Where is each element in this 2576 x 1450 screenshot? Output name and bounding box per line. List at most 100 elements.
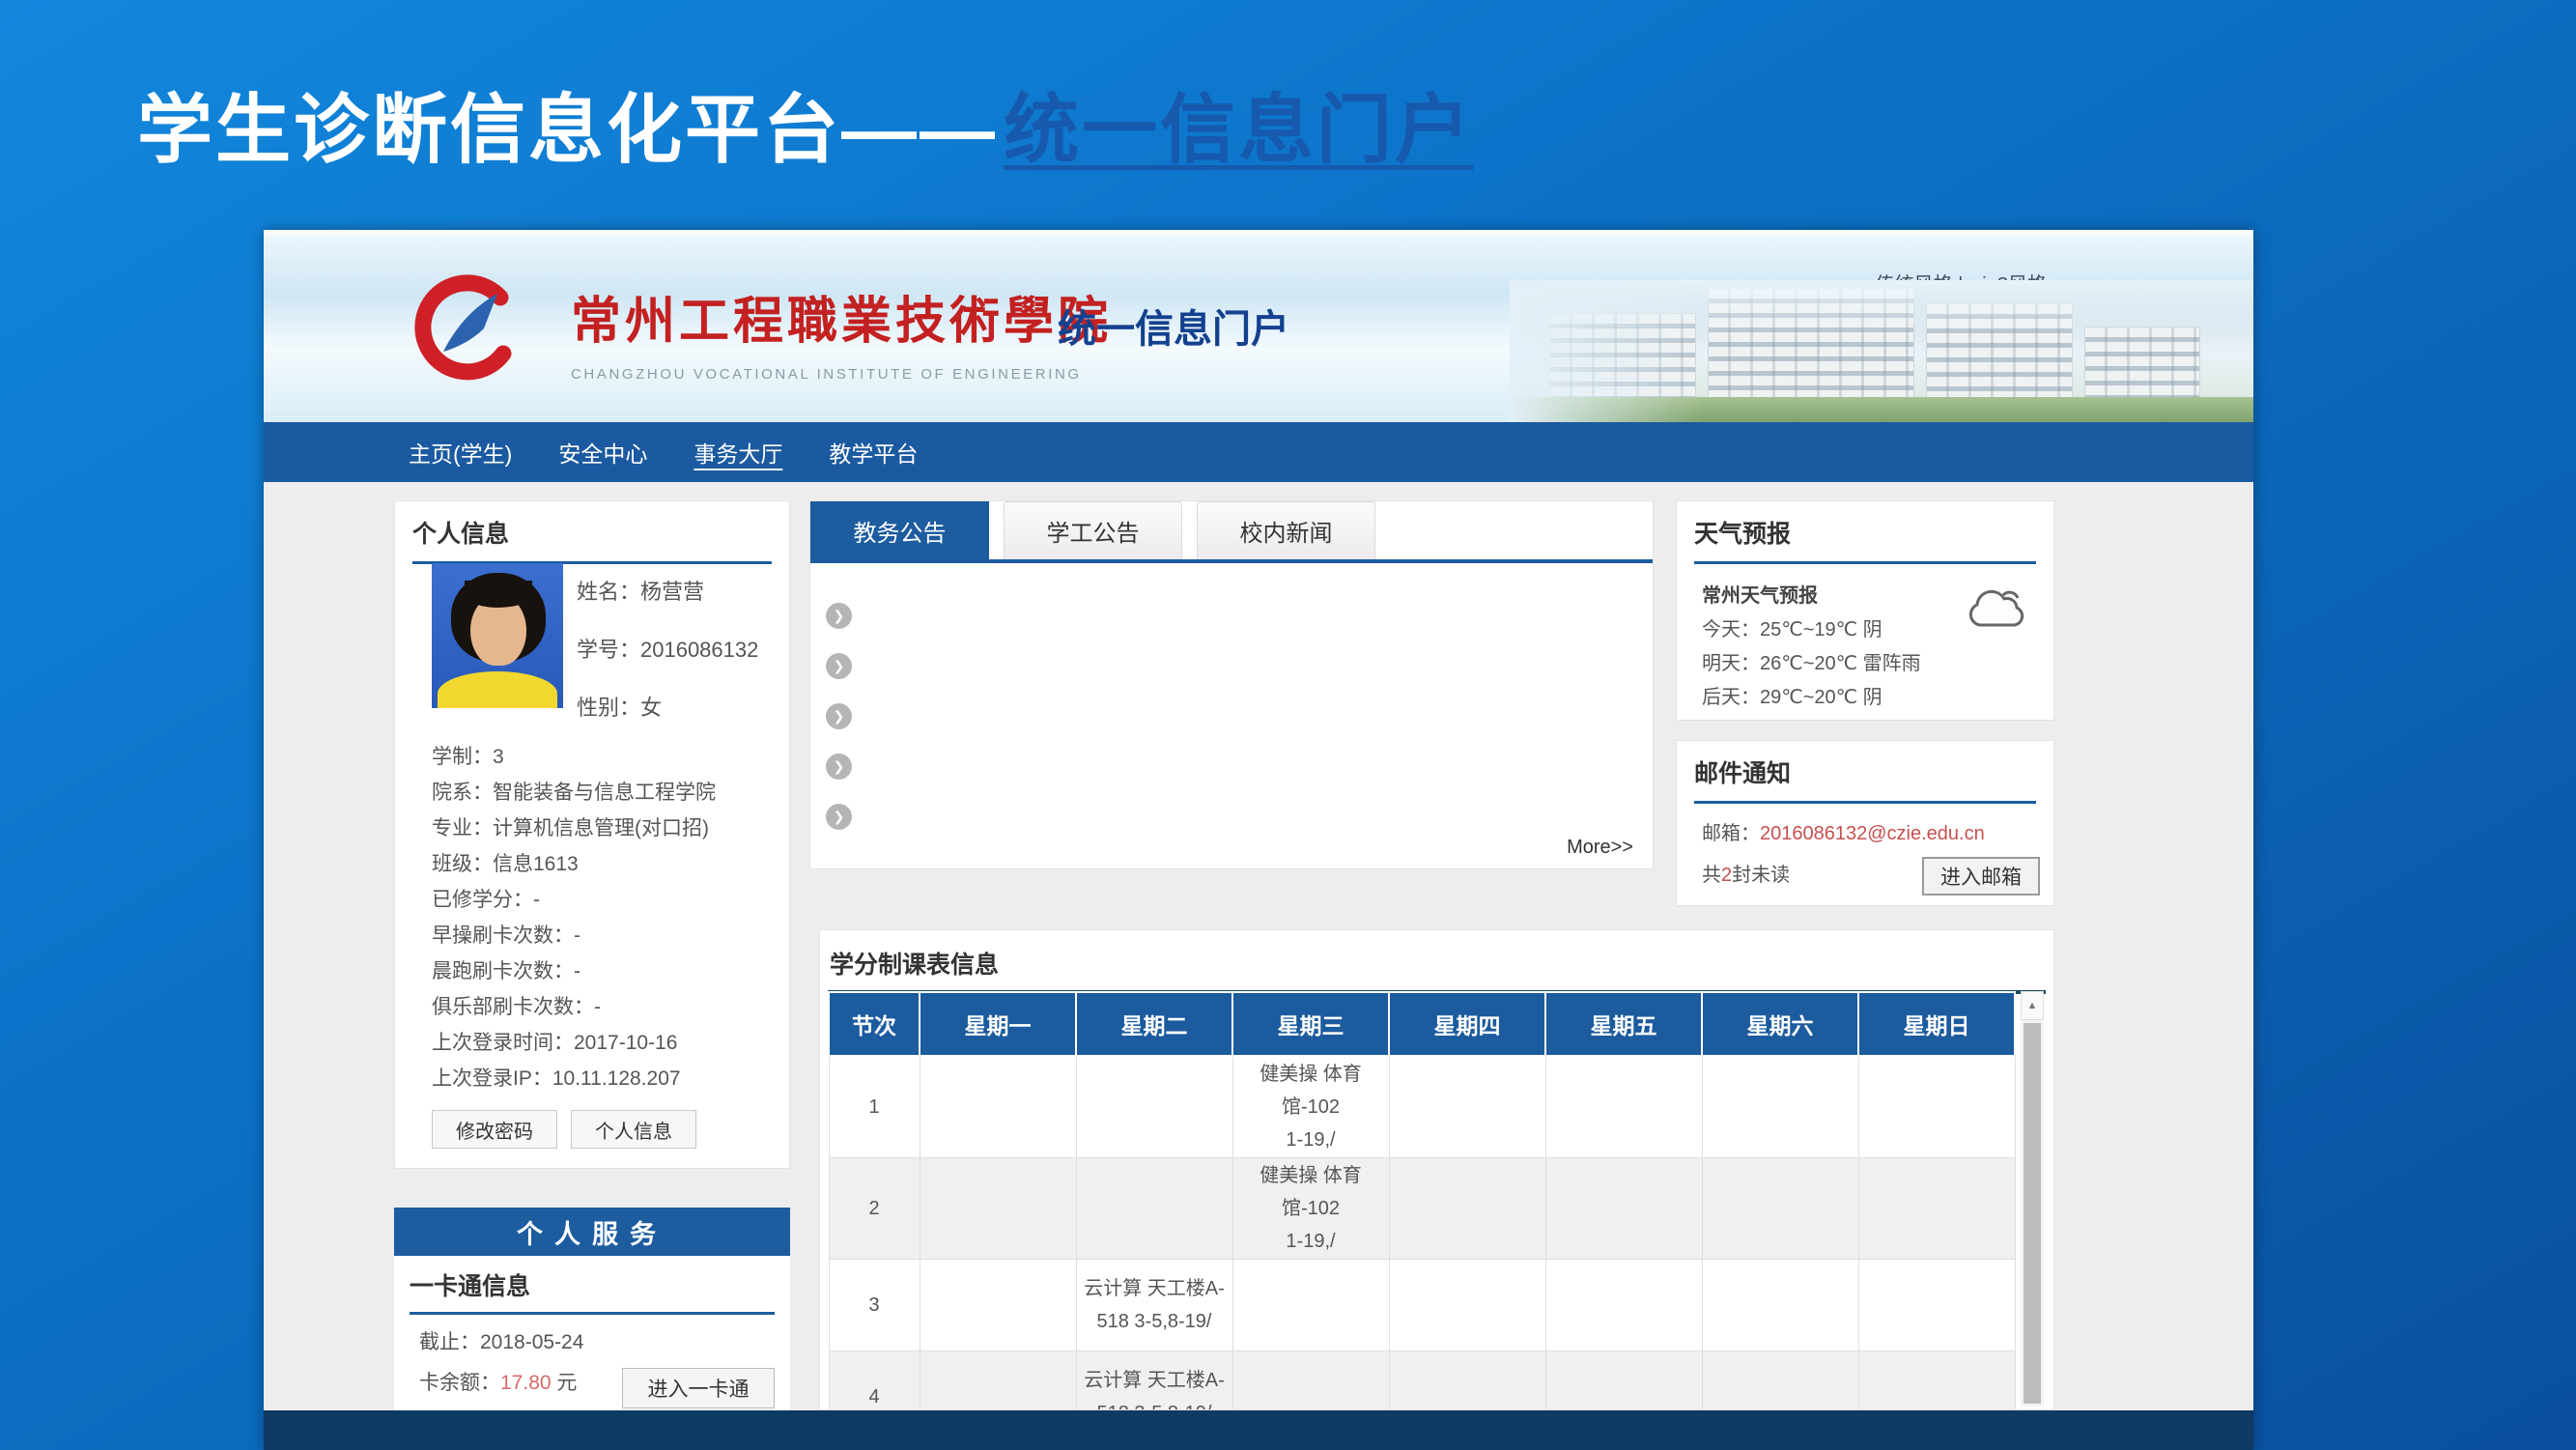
schedule-col-header: 星期一 [920, 992, 1076, 1056]
schedule-cell [1702, 1056, 1858, 1158]
personal-services-title: 个人服务 [394, 1208, 790, 1256]
schedule-col-header: 星期五 [1545, 992, 1702, 1056]
schedule-period-cell: 4 [829, 1351, 920, 1411]
mail-unread-count: 2 [1721, 865, 1732, 886]
schedule-cell [1702, 1351, 1858, 1411]
schedule-cell [920, 1056, 1076, 1158]
mail-address-link[interactable]: 2016086132@czie.edu.cn [1760, 823, 1985, 844]
schedule-cell: 健美操 体育馆-102 1-19,/ [1232, 1056, 1389, 1158]
schedule-period-cell: 2 [829, 1158, 920, 1260]
announcement-item[interactable]: ❯ [826, 590, 1653, 640]
enter-onecard-button[interactable]: 进入一卡通 [622, 1368, 775, 1408]
schedule-cell [1389, 1351, 1545, 1411]
tab-学工公告[interactable]: 学工公告 [1004, 501, 1182, 559]
schedule-cell: 健美操 体育馆-102 1-19,/ [1232, 1158, 1389, 1260]
nav-item[interactable]: 事务大厅 [694, 436, 782, 469]
schedule-cell [1545, 1158, 1702, 1260]
schedule-scrollbar[interactable]: ▲ [2021, 991, 2044, 1407]
onecard-balance-value: 17.80 [500, 1372, 552, 1394]
enter-mailbox-button[interactable]: 进入邮箱 [1922, 857, 2040, 896]
photo-shirt [438, 671, 557, 708]
schedule-cell [1389, 1158, 1545, 1260]
schedule-cell [920, 1158, 1076, 1260]
schedule-panel: 学分制课表信息 节次星期一星期二星期三星期四星期五星期六星期日 1健美操 体育馆… [819, 929, 2054, 1410]
profile-detail-line: 院系：智能装备与信息工程学院 [432, 773, 776, 809]
schedule-cell: 云计算 天工楼A- 518 3-5,8-19/ [1076, 1351, 1232, 1411]
scroll-up-icon[interactable]: ▲ [2021, 991, 2044, 1020]
schedule-cell [1076, 1158, 1232, 1260]
schedule-cell [1858, 1260, 2015, 1351]
announcement-tabs: 教务公告学工公告校内新闻 [810, 501, 1653, 563]
chevron-circle-icon: ❯ [826, 653, 852, 679]
announcement-list: ❯ ❯ ❯ ❯ ❯ [810, 563, 1653, 841]
schedule-col-header: 节次 [829, 992, 920, 1056]
weather-title: 天气预报 [1694, 515, 2036, 564]
nav-item[interactable]: 安全中心 [558, 436, 647, 469]
profile-action-button[interactable]: 个人信息 [571, 1110, 696, 1149]
campus-building [1927, 304, 2072, 397]
schedule-cell [1858, 1056, 2015, 1158]
nav-item[interactable]: 主页(学生) [409, 436, 512, 469]
schedule-row: 2 健美操 体育馆-102 1-19,/ [829, 1158, 2015, 1260]
personal-services-panel: 个人服务 一卡通信息 截止：2018-05-24 卡余额：17.80 元 进入一… [394, 1208, 790, 1410]
photo-fringe [465, 581, 532, 608]
nav-item[interactable]: 教学平台 [829, 436, 918, 469]
schedule-cell [1389, 1056, 1545, 1158]
schedule-cell [1076, 1056, 1232, 1158]
weather-forecast-line: 明天：26℃~20℃ 雷阵雨 [1702, 647, 2053, 681]
portal-footer [264, 1410, 2253, 1450]
profile-detail-line: 上次登录IP：10.11.128.207 [432, 1059, 776, 1095]
announcements-panel: 教务公告学工公告校内新闻 ❯ ❯ ❯ ❯ ❯ More>> [809, 500, 1654, 869]
chevron-circle-icon: ❯ [826, 804, 852, 830]
profile-detail-line: 俱乐部刷卡次数：- [432, 987, 776, 1023]
schedule-period-cell: 3 [829, 1260, 920, 1351]
schedule-col-header: 星期日 [1858, 992, 2015, 1056]
announcement-item[interactable]: ❯ [826, 691, 1653, 741]
announcement-item[interactable]: ❯ [826, 791, 1653, 841]
schedule-cell [1702, 1158, 1858, 1260]
portal-title: 统一信息门户 [1058, 298, 1289, 354]
mail-panel: 邮件通知 邮箱：2016086132@czie.edu.cn 共2封未读 进入邮… [1676, 740, 2054, 906]
schedule-cell [1702, 1260, 1858, 1351]
profile-actions: 修改密码个人信息 [432, 1110, 696, 1149]
campus-ground [1510, 397, 2253, 422]
chevron-circle-icon: ❯ [826, 703, 852, 729]
mail-unread-suffix: 封未读 [1732, 865, 1790, 886]
onecard-balance-label: 卡余额： [419, 1372, 500, 1394]
school-name-en: CHANGZHOU VOCATIONAL INSTITUTE OF ENGINE… [571, 366, 1112, 383]
slide-title-text: 学生诊断信息化平台—— [137, 87, 998, 172]
schedule-col-header: 星期六 [1702, 992, 1858, 1056]
weather-forecast-line: 后天：29℃~20℃ 阴 [1702, 681, 2053, 715]
slide-background: 学生诊断信息化平台——统一信息门户 常州工程職業技術學院 CHANGZHOU V… [0, 0, 2576, 1450]
mail-title: 邮件通知 [1694, 754, 2036, 804]
profile-action-button[interactable]: 修改密码 [432, 1110, 557, 1149]
onecard-balance-unit: 元 [552, 1372, 578, 1394]
schedule-cell [1545, 1260, 1702, 1351]
weather-panel: 天气预报 常州天气预报 今天：25℃~19℃ 阴明天：26℃~20℃ 雷阵雨后天… [1676, 500, 2054, 721]
schedule-cell [1545, 1056, 1702, 1158]
schedule-cell [1858, 1351, 2015, 1411]
onecard-title: 一卡通信息 [410, 1267, 775, 1315]
profile-detail-line: 上次登录时间：2017-10-16 [432, 1023, 776, 1059]
announcement-item[interactable]: ❯ [826, 741, 1653, 791]
profile-detail-line: 早操刷卡次数：- [432, 916, 776, 952]
scrollbar-thumb[interactable] [2024, 1023, 2041, 1404]
campus-building [1550, 314, 1695, 397]
more-link[interactable]: More>> [1567, 837, 1633, 859]
school-name: 常州工程職業技術學院 [571, 280, 1112, 353]
profile-details: 学制：3院系：智能装备与信息工程学院专业：计算机信息管理(对口招)班级：信息16… [432, 737, 776, 1095]
schedule-cell [1858, 1158, 2015, 1260]
mail-address-line: 邮箱：2016086132@czie.edu.cn [1702, 817, 2053, 845]
tab-校内新闻[interactable]: 校内新闻 [1197, 501, 1375, 559]
onecard-deadline: 截止：2018-05-24 [419, 1326, 790, 1355]
tab-教务公告[interactable]: 教务公告 [810, 501, 989, 559]
profile-detail-line: 学制：3 [432, 737, 776, 773]
mail-unread-prefix: 共 [1702, 865, 1721, 886]
school-identity: 常州工程職業技術學院 CHANGZHOU VOCATIONAL INSTITUT… [571, 280, 1112, 383]
schedule-cell [1389, 1260, 1545, 1351]
schedule-cell [1232, 1260, 1389, 1351]
announcement-item[interactable]: ❯ [826, 640, 1653, 691]
schedule-cell: 云计算 天工楼A- 518 3-5,8-19/ [1076, 1260, 1232, 1351]
slide-title-portal-link[interactable]: 统一信息门户 [1004, 87, 1473, 172]
schedule-table-body: 1健美操 体育馆-102 1-19,/2健美操 体育馆-102 1-19,/3云… [829, 1056, 2015, 1410]
